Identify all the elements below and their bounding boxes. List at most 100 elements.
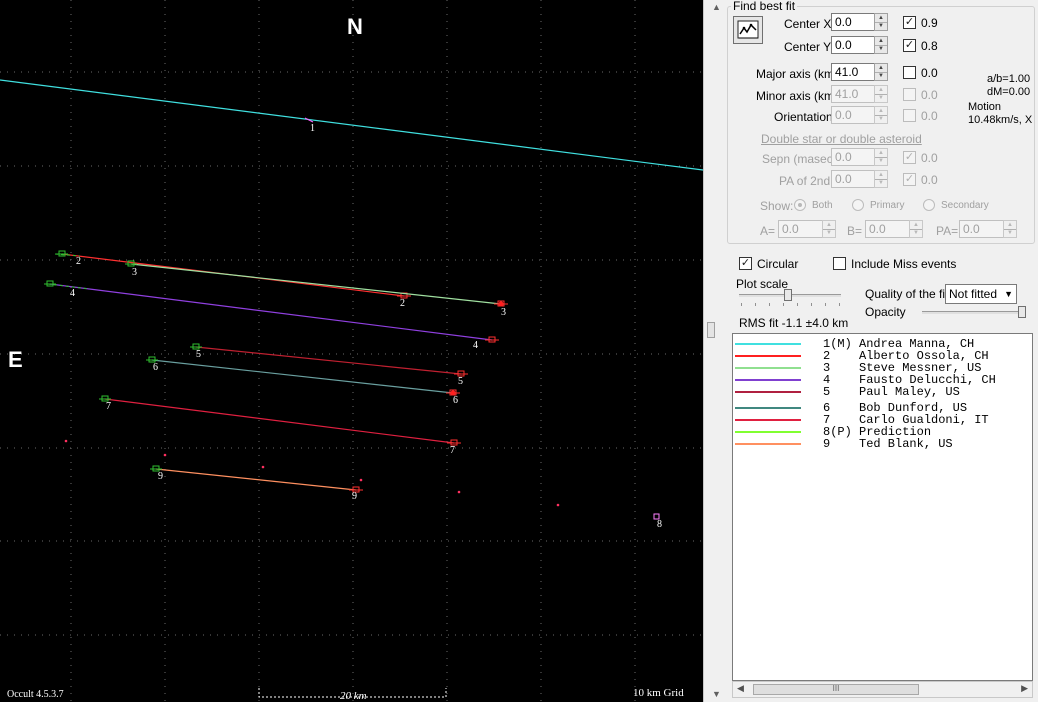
center-y-check-value: 0.8 bbox=[921, 39, 938, 53]
quality-label: Quality of the fit bbox=[865, 287, 949, 301]
chord-marks: 1223344556677998 bbox=[0, 79, 703, 698]
center-y-input[interactable]: 0.0 bbox=[831, 36, 875, 54]
orientation-spinner[interactable]: ▲ ▼ bbox=[874, 106, 888, 124]
sepn-spinner[interactable]: ▲ ▼ bbox=[874, 148, 888, 166]
sepn-checkbox[interactable]: ✓ bbox=[903, 151, 916, 164]
minor-axis-spinner[interactable]: ▲ ▼ bbox=[874, 85, 888, 103]
sepn-label: Sepn (masec) bbox=[762, 152, 837, 166]
major-axis-input[interactable]: 41.0 bbox=[831, 63, 875, 81]
center-y-label: Center Y bbox=[784, 40, 832, 54]
center-y-checkbox[interactable]: ✓ bbox=[903, 39, 916, 52]
scroll-down-icon[interactable]: ▼ bbox=[712, 689, 721, 699]
center-y-spinner[interactable]: ▲ ▼ bbox=[874, 36, 888, 54]
fit-panel: Find best fit Center X 0.0 ▲ ▼ ✓ 0.9 Cent… bbox=[725, 0, 1038, 702]
center-x-label: Center X bbox=[784, 17, 832, 31]
major-axis-spinner[interactable]: ▲ ▼ bbox=[874, 63, 888, 81]
miss-point bbox=[261, 465, 265, 469]
show-both-radio[interactable] bbox=[794, 199, 806, 211]
center-x-input[interactable]: 0.0 bbox=[831, 13, 875, 31]
pa2-checkbox[interactable]: ✓ bbox=[903, 173, 916, 186]
version-label: Occult 4.5.3.7 bbox=[7, 689, 64, 700]
plot-scale-tick bbox=[797, 303, 798, 306]
plot-canvas: 1223344556677998 bbox=[0, 0, 703, 702]
miss-point bbox=[359, 478, 363, 482]
legend-hscrollbar[interactable]: ◀ III ▶ bbox=[732, 681, 1033, 698]
b-label: B= bbox=[847, 224, 863, 238]
opacity-track[interactable] bbox=[922, 311, 1026, 314]
legend-scroll-thumb[interactable]: III bbox=[753, 684, 919, 695]
pa2-label: PA of 2nd bbox=[779, 174, 831, 188]
legend-label: 5 Paul Maley, US bbox=[823, 385, 960, 399]
sepn-input[interactable]: 0.0 bbox=[831, 148, 875, 166]
pa-label: PA= bbox=[936, 224, 959, 238]
panel-splitter[interactable]: ▲ ▼ bbox=[703, 0, 726, 702]
scroll-left-icon[interactable]: ◀ bbox=[737, 683, 744, 694]
opacity-thumb[interactable] bbox=[1018, 306, 1026, 318]
chord-3-end-dot bbox=[498, 301, 504, 307]
legend-label: 9 Ted Blank, US bbox=[823, 437, 953, 451]
chord-label-end-5: 5 bbox=[458, 376, 463, 387]
miss-point bbox=[556, 503, 560, 507]
plot-scale-label: Plot scale bbox=[736, 277, 789, 291]
include-miss-checkbox[interactable] bbox=[833, 257, 846, 270]
orientation-checkbox[interactable] bbox=[903, 109, 916, 122]
legend-row[interactable]: 9 Ted Blank, US bbox=[733, 437, 1032, 451]
legend-row[interactable]: 5 Paul Maley, US bbox=[733, 385, 1032, 399]
b-spinner[interactable]: ▲ ▼ bbox=[909, 220, 923, 238]
grid-lines bbox=[0, 0, 703, 702]
major-axis-checkbox[interactable] bbox=[903, 66, 916, 79]
circular-checkbox[interactable]: ✓ bbox=[739, 257, 752, 270]
chord-label-6: 6 bbox=[153, 362, 158, 373]
chord-line-9 bbox=[155, 468, 357, 491]
motion-label: Motion bbox=[968, 101, 1002, 113]
opacity-label: Opacity bbox=[865, 305, 906, 319]
fit-chart-icon bbox=[737, 20, 759, 39]
show-secondary-label: Secondary bbox=[941, 200, 989, 211]
delta-magnitude: dM=0.00 bbox=[987, 86, 1031, 98]
pa-input[interactable]: 0.0 bbox=[959, 220, 1004, 238]
rms-fit: RMS fit -1.1 ±4.0 km bbox=[739, 316, 849, 330]
occultation-plot[interactable]: 1223344556677998 N E Occult 4.5.3.7 20 k… bbox=[0, 0, 703, 702]
a-spinner[interactable]: ▲ ▼ bbox=[822, 220, 836, 238]
pa2-spinner[interactable]: ▲ ▼ bbox=[874, 170, 888, 188]
center-x-spinner[interactable]: ▲ ▼ bbox=[874, 13, 888, 31]
motion-value: 10.48km/s, X bbox=[968, 114, 1033, 126]
quality-dropdown[interactable]: Not fitted ▼ bbox=[945, 284, 1017, 304]
chord-line-3 bbox=[130, 263, 502, 305]
minor-axis-label: Minor axis (km) bbox=[756, 89, 839, 103]
a-input[interactable]: 0.0 bbox=[778, 220, 823, 238]
legend-color-line bbox=[735, 431, 801, 433]
minor-axis-checkbox[interactable] bbox=[903, 88, 916, 101]
double-star-link[interactable]: Double star or double asteroid bbox=[761, 132, 922, 146]
major-axis-label: Major axis (km) bbox=[756, 67, 839, 81]
center-x-checkbox[interactable]: ✓ bbox=[903, 16, 916, 29]
show-secondary-radio[interactable] bbox=[923, 199, 935, 211]
legend-color-line bbox=[735, 355, 801, 357]
find-best-fit-button[interactable] bbox=[733, 16, 763, 44]
orientation-input[interactable]: 0.0 bbox=[831, 106, 875, 124]
legend-color-line bbox=[735, 379, 801, 381]
chord-label-end-3: 3 bbox=[501, 307, 506, 318]
plot-scale-tick bbox=[755, 303, 756, 306]
a-label: A= bbox=[760, 224, 776, 238]
chord-label-8: 8 bbox=[657, 519, 662, 530]
pa-spinner[interactable]: ▲ ▼ bbox=[1003, 220, 1017, 238]
scale-bar-label: 20 km bbox=[340, 690, 367, 702]
chord-label-3: 3 bbox=[132, 267, 137, 278]
chord-6-end-dot bbox=[450, 390, 456, 396]
plot-scale-tick bbox=[769, 303, 770, 306]
legend-color-line bbox=[735, 443, 801, 445]
chord-label-end-4: 4 bbox=[473, 340, 478, 351]
pa2-input[interactable]: 0.0 bbox=[831, 170, 875, 188]
chord-label-5: 5 bbox=[196, 349, 201, 360]
b-input[interactable]: 0.0 bbox=[865, 220, 910, 238]
scroll-up-icon[interactable]: ▲ bbox=[712, 2, 721, 12]
chord-line-4 bbox=[49, 283, 493, 341]
plot-scale-thumb[interactable] bbox=[784, 289, 792, 301]
scroll-right-icon[interactable]: ▶ bbox=[1021, 683, 1028, 694]
minor-axis-input[interactable]: 41.0 bbox=[831, 85, 875, 103]
chord-label-2: 2 bbox=[76, 256, 81, 267]
show-primary-label: Primary bbox=[870, 200, 905, 211]
splitter-grip[interactable] bbox=[707, 322, 715, 338]
show-primary-radio[interactable] bbox=[852, 199, 864, 211]
